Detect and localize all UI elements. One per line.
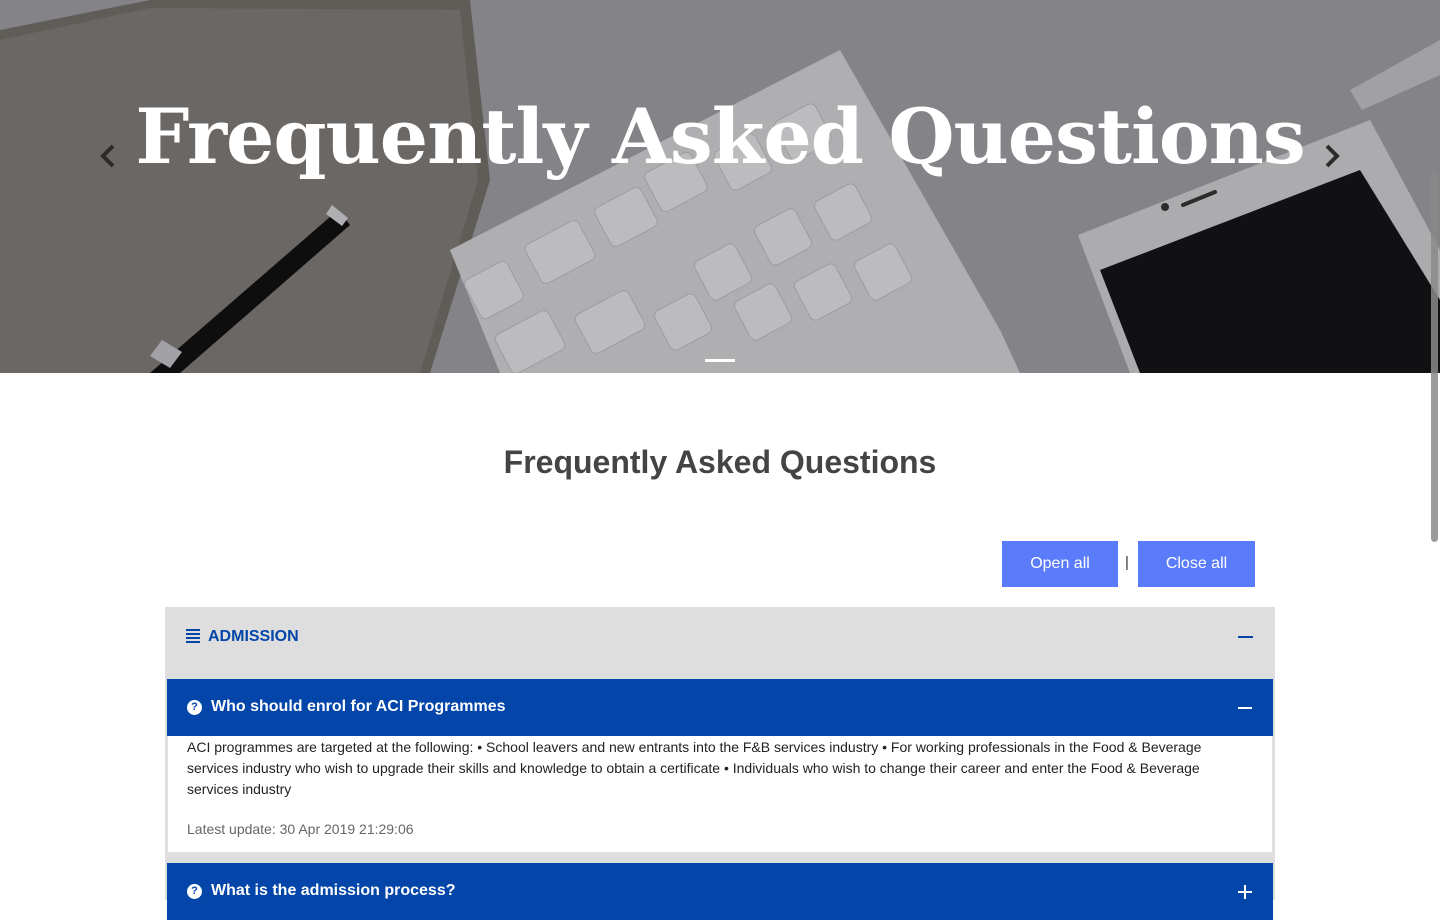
chevron-right-icon [1325, 144, 1340, 168]
hero-banner: Frequently Asked Questions [0, 0, 1440, 373]
button-separator: | [1125, 554, 1129, 571]
faq-item: ? Who should enrol for ACI Programmes AC… [167, 679, 1273, 853]
page-title: Frequently Asked Questions [503, 444, 937, 480]
faq-answer-panel: ACI programmes are targeted at the follo… [167, 736, 1273, 853]
hero-background-image [0, 0, 1440, 373]
question-circle-icon: ? [187, 700, 202, 715]
faq-latest-update: Latest update: 30 Apr 2019 21:29:06 [187, 821, 414, 837]
close-all-button[interactable]: Close all [1138, 541, 1255, 587]
carousel-indicator[interactable] [705, 359, 735, 362]
faq-category-admission: ADMISSION ? Who should enrol for ACI Pro… [165, 607, 1275, 920]
faq-question-header[interactable]: ? What is the admission process? [167, 863, 1273, 920]
scrollbar[interactable] [1428, 0, 1440, 900]
faq-question-header[interactable]: ? Who should enrol for ACI Programmes [167, 679, 1273, 736]
category-title: ADMISSION [208, 628, 299, 645]
collapse-icon[interactable] [1238, 707, 1252, 709]
carousel-next-button[interactable] [1318, 140, 1346, 172]
carousel-prev-button[interactable] [94, 140, 122, 172]
faq-question: What is the admission process? [211, 882, 456, 899]
hero-title: Frequently Asked Questions [135, 92, 1305, 181]
chevron-left-icon [100, 144, 115, 168]
scrollbar-thumb[interactable] [1431, 172, 1438, 542]
faq-item: ? What is the admission process? [167, 863, 1273, 920]
expand-icon[interactable] [1238, 885, 1252, 899]
faq-question: Who should enrol for ACI Programmes [211, 698, 506, 715]
list-icon [186, 629, 200, 643]
category-header[interactable]: ADMISSION [165, 607, 1275, 667]
faq-answer: ACI programmes are targeted at the follo… [187, 739, 1202, 797]
collapse-icon[interactable] [1238, 636, 1253, 638]
question-circle-icon: ? [187, 884, 202, 899]
open-all-button[interactable]: Open all [1002, 541, 1118, 587]
